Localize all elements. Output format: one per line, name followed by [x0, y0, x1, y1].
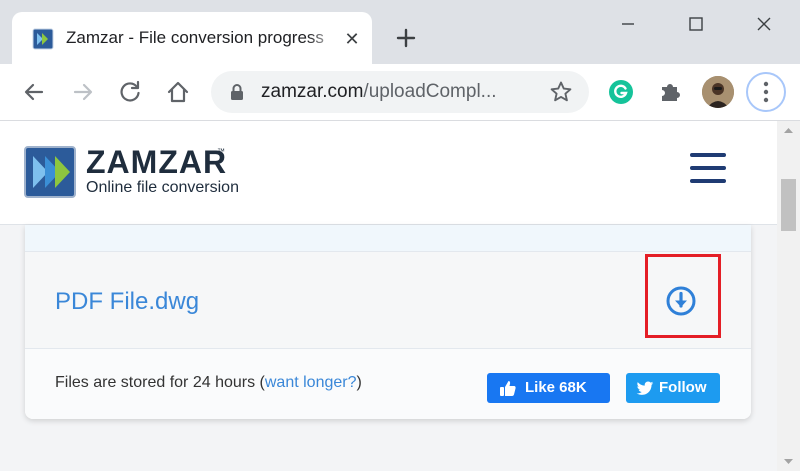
zamzar-logo-icon[interactable]: [24, 146, 76, 198]
avatar[interactable]: [702, 76, 734, 108]
logo-name: ZAMZAR: [86, 144, 228, 180]
extensions-puzzle-icon[interactable]: [656, 78, 684, 106]
thumbs-up-icon: [500, 381, 516, 396]
tab-title: Zamzar - File conversion progress: [66, 28, 324, 47]
scrollbar-thumb[interactable]: [781, 179, 796, 231]
card-footer: Files are stored for 24 hours (want long…: [25, 349, 751, 419]
scroll-down-arrow-icon[interactable]: [777, 451, 800, 471]
file-name-link[interactable]: PDF File.dwg: [55, 288, 199, 316]
minimize-icon[interactable]: [614, 10, 642, 38]
download-icon[interactable]: [665, 285, 697, 317]
window-close-icon[interactable]: [750, 10, 778, 38]
back-arrow-icon[interactable]: [20, 78, 48, 106]
card-top-strip: [25, 225, 751, 252]
logo-tagline: Online file conversion: [86, 179, 239, 196]
scroll-up-arrow-icon[interactable]: [777, 121, 800, 141]
hamburger-menu-icon[interactable]: [690, 151, 728, 185]
grammarly-icon[interactable]: [607, 78, 635, 106]
logo-trademark: ™: [217, 147, 225, 156]
lock-icon[interactable]: [229, 83, 245, 101]
browser-tab-strip: Zamzar - File conversion progress ✕: [0, 0, 800, 64]
maximize-icon[interactable]: [682, 10, 710, 38]
browser-menu-button[interactable]: [746, 72, 786, 112]
conversion-results-card: PDF File.dwg Files are stored for 24 hou…: [25, 225, 751, 419]
forward-arrow-icon[interactable]: [69, 78, 97, 106]
url-domain: zamzar.com: [261, 81, 364, 102]
browser-tab[interactable]: Zamzar - File conversion progress ✕: [12, 12, 372, 64]
star-icon[interactable]: [549, 80, 573, 104]
address-bar[interactable]: zamzar.com/uploadCompl...: [211, 71, 589, 113]
browser-toolbar: zamzar.com/uploadCompl...: [0, 64, 800, 121]
reload-icon[interactable]: [116, 78, 144, 106]
site-header: ZAMZAR ™ Online file conversion: [0, 121, 777, 225]
storage-closing: ): [356, 374, 362, 391]
url-text: zamzar.com/uploadCompl...: [261, 81, 497, 103]
url-path: /uploadCompl...: [363, 81, 497, 102]
kebab-menu-icon: [763, 81, 769, 103]
page-scrollbar[interactable]: [777, 121, 800, 471]
home-icon[interactable]: [164, 78, 192, 106]
storage-notice: Files are stored for 24 hours (want long…: [55, 374, 362, 392]
plus-icon[interactable]: [392, 24, 420, 52]
follow-label: Follow: [659, 379, 707, 396]
like-label: Like 68K: [525, 379, 587, 396]
twitter-follow-button[interactable]: Follow: [626, 373, 720, 403]
close-icon[interactable]: ✕: [340, 27, 364, 51]
storage-text: Files are stored for 24 hours (: [55, 374, 265, 391]
profile-photo-icon: [702, 76, 734, 108]
zamzar-favicon-icon: [32, 28, 54, 50]
twitter-bird-icon: [636, 381, 654, 395]
want-longer-link[interactable]: want longer?: [265, 374, 357, 391]
page-content: ZAMZAR ™ Online file conversion PDF File…: [0, 121, 777, 471]
file-row: PDF File.dwg: [25, 252, 751, 349]
facebook-like-button[interactable]: Like 68K: [487, 373, 610, 403]
